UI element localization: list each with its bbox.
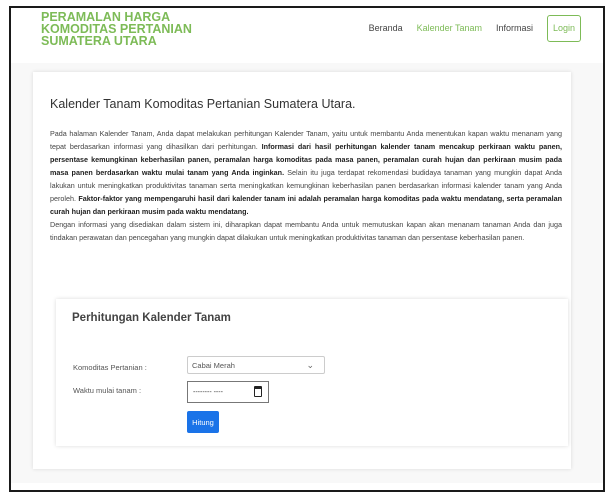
calendar-icon[interactable]: [254, 386, 262, 397]
calc-title: Perhitungan Kalender Tanam: [72, 312, 231, 324]
chevron-down-icon: ⌄: [306, 360, 314, 370]
nav-item-informasi[interactable]: Informasi: [496, 23, 533, 33]
brand-line-3: SUMATERA UTARA: [41, 34, 157, 48]
waktu-date-input[interactable]: -------- ----: [187, 381, 269, 403]
desc-p2: Dengan informasi yang disediakan dalam s…: [50, 220, 562, 242]
login-button[interactable]: Login: [547, 14, 581, 42]
main-nav: Beranda Kalender Tanam Informasi Login: [369, 13, 581, 43]
waktu-date-value: -------- ----: [193, 389, 223, 396]
komoditas-selected-value: Cabai Merah: [192, 361, 235, 370]
brand-logo[interactable]: PERAMALAN HARGA KOMODITAS PERTANIAN SUMA…: [41, 11, 192, 48]
hitung-button[interactable]: Hitung: [187, 411, 219, 433]
page-title: Kalender Tanam Komoditas Pertanian Sumat…: [50, 97, 356, 111]
desc-p1-d: Faktor-faktor yang mempengaruhi hasil da…: [50, 194, 562, 216]
page: PERAMALAN HARGA KOMODITAS PERTANIAN SUMA…: [11, 8, 603, 490]
waktu-label: Waktu mulai tanam :: [73, 386, 142, 395]
header: PERAMALAN HARGA KOMODITAS PERTANIAN SUMA…: [11, 8, 603, 70]
page-description: Pada halaman Kalender Tanam, Anda dapat …: [50, 127, 562, 244]
nav-item-kalender-tanam[interactable]: Kalender Tanam: [417, 23, 482, 33]
nav-item-beranda[interactable]: Beranda: [369, 23, 403, 33]
komoditas-select[interactable]: Cabai Merah ⌄: [187, 356, 325, 374]
komoditas-label: Komoditas Pertanian :: [73, 363, 147, 372]
